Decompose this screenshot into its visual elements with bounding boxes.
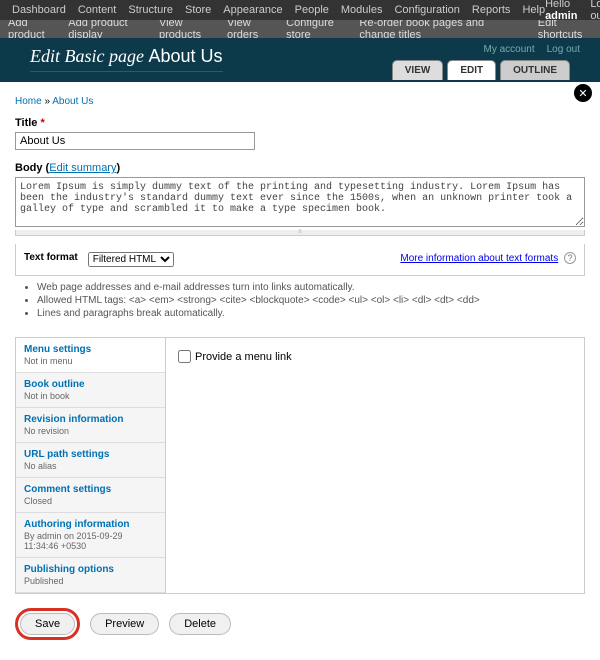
vtab-book-outline[interactable]: Book outlineNot in book bbox=[16, 373, 165, 408]
title-label: Title * bbox=[15, 117, 585, 129]
menu-appearance[interactable]: Appearance bbox=[223, 4, 282, 16]
menu-configuration[interactable]: Configuration bbox=[394, 4, 459, 16]
vtab-menu-settings[interactable]: Menu settingsNot in menu bbox=[16, 338, 165, 373]
body-textarea[interactable]: Lorem Ipsum is simply dummy text of the … bbox=[15, 177, 585, 227]
title-input[interactable] bbox=[15, 132, 255, 150]
hello-label: Hello admin bbox=[545, 0, 580, 22]
menu-help[interactable]: Help bbox=[522, 4, 545, 16]
page-title: Edit Basic page About Us bbox=[30, 46, 223, 72]
text-format-select[interactable]: Filtered HTML bbox=[88, 252, 174, 267]
body-label: Body (Edit summary) bbox=[15, 162, 585, 174]
edit-summary-link[interactable]: Edit summary bbox=[49, 162, 116, 174]
vtab-authoring[interactable]: Authoring informationBy admin on 2015-09… bbox=[16, 513, 165, 558]
menu-store[interactable]: Store bbox=[185, 4, 211, 16]
textarea-resize-handle[interactable]: ≡ bbox=[15, 230, 585, 236]
help-icon[interactable]: ? bbox=[564, 252, 576, 264]
menu-structure[interactable]: Structure bbox=[128, 4, 173, 16]
more-text-formats-link[interactable]: More information about text formats bbox=[400, 253, 558, 264]
format-tip: Allowed HTML tags: <a> <em> <strong> <ci… bbox=[37, 295, 585, 306]
vtab-publishing[interactable]: Publishing optionsPublished bbox=[16, 558, 165, 593]
header-logout-link[interactable]: Log out bbox=[547, 44, 580, 55]
preview-button[interactable]: Preview bbox=[90, 613, 159, 635]
tab-view[interactable]: VIEW bbox=[392, 60, 444, 80]
breadcrumb-current[interactable]: About Us bbox=[52, 96, 93, 107]
tab-outline[interactable]: OUTLINE bbox=[500, 60, 570, 80]
breadcrumb-home[interactable]: Home bbox=[15, 96, 42, 107]
format-tips: Web page addresses and e-mail addresses … bbox=[23, 282, 585, 319]
close-icon[interactable]: ✕ bbox=[574, 84, 592, 102]
menu-reports[interactable]: Reports bbox=[472, 4, 511, 16]
tab-edit[interactable]: EDIT bbox=[447, 60, 496, 80]
breadcrumb: Home » About Us bbox=[15, 96, 585, 107]
menu-dashboard[interactable]: Dashboard bbox=[12, 4, 66, 16]
provide-menu-link-checkbox[interactable] bbox=[178, 350, 191, 363]
my-account-link[interactable]: My account bbox=[483, 44, 534, 55]
vtab-revision[interactable]: Revision informationNo revision bbox=[16, 408, 165, 443]
vtab-panel: Provide a menu link bbox=[166, 338, 584, 593]
logout-link[interactable]: Log out bbox=[590, 0, 600, 22]
vtab-url-path[interactable]: URL path settingsNo alias bbox=[16, 443, 165, 478]
save-highlight: Save bbox=[15, 608, 80, 640]
menu-modules[interactable]: Modules bbox=[341, 4, 383, 16]
format-tip: Web page addresses and e-mail addresses … bbox=[37, 282, 585, 293]
delete-button[interactable]: Delete bbox=[169, 613, 231, 635]
text-format-label: Text format bbox=[24, 252, 78, 263]
format-tip: Lines and paragraphs break automatically… bbox=[37, 308, 585, 319]
vtab-comment[interactable]: Comment settingsClosed bbox=[16, 478, 165, 513]
menu-people[interactable]: People bbox=[295, 4, 329, 16]
provide-menu-link-label: Provide a menu link bbox=[195, 351, 292, 363]
save-button[interactable]: Save bbox=[20, 613, 75, 635]
menu-content[interactable]: Content bbox=[78, 4, 117, 16]
admin-menu: Dashboard Content Structure Store Appear… bbox=[12, 4, 545, 16]
